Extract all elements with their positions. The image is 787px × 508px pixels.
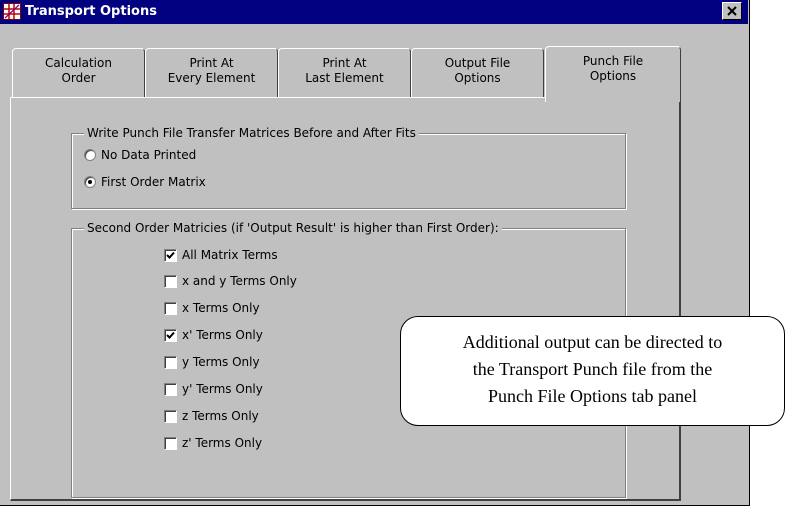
grid-app-icon bbox=[3, 3, 21, 20]
title-bar[interactable]: Transport Options bbox=[0, 0, 748, 24]
tab-label: Print At Every Element bbox=[167, 56, 256, 85]
checkbox-label: y' Terms Only bbox=[182, 382, 263, 396]
checkbox-y-terms-only[interactable]: y Terms Only bbox=[164, 354, 260, 370]
tab-print-at-last-element[interactable]: Print At Last Element bbox=[278, 48, 411, 98]
checkbox[interactable] bbox=[164, 301, 177, 315]
checkmark-icon bbox=[166, 331, 175, 339]
callout-line: Punch File Options tab panel bbox=[488, 386, 697, 406]
tab-label: Punch File Options bbox=[582, 54, 644, 83]
checkbox-label: y Terms Only bbox=[182, 355, 260, 369]
radio-button[interactable] bbox=[84, 176, 96, 188]
radio-selected-dot bbox=[88, 180, 92, 184]
close-icon bbox=[727, 6, 737, 16]
checkbox-label: All Matrix Terms bbox=[182, 248, 278, 262]
checkbox[interactable] bbox=[164, 382, 177, 396]
radio-no-data-printed[interactable]: No Data Printed bbox=[84, 147, 196, 163]
tab-punch-file-options[interactable]: Punch File Options bbox=[545, 46, 681, 102]
checkbox-label: z' Terms Only bbox=[182, 436, 263, 450]
checkbox-z-terms-only[interactable]: z Terms Only bbox=[164, 408, 259, 424]
callout-text: Additional output can be directed to the… bbox=[401, 329, 784, 410]
checkbox-label: x Terms Only bbox=[182, 301, 260, 315]
checkbox-all-matrix-terms[interactable]: All Matrix Terms bbox=[164, 247, 278, 263]
window-title: Transport Options bbox=[25, 4, 157, 19]
checkbox[interactable] bbox=[164, 409, 177, 423]
checkbox-label: x and y Terms Only bbox=[182, 274, 297, 288]
radio-first-order-matrix[interactable]: First Order Matrix bbox=[84, 174, 206, 190]
checkmark-icon bbox=[166, 251, 175, 259]
tab-label: Output File Options bbox=[444, 56, 511, 85]
checkbox-x-terms-only[interactable]: x Terms Only bbox=[164, 300, 260, 316]
close-button[interactable] bbox=[722, 2, 742, 20]
punch-matrices-group: Write Punch File Transfer Matrices Befor… bbox=[71, 126, 626, 209]
group-label: Second Order Matricies (if 'Output Resul… bbox=[84, 221, 502, 235]
checkbox[interactable] bbox=[164, 248, 177, 262]
tab-label: Calculation Order bbox=[45, 56, 112, 85]
radio-button[interactable] bbox=[84, 149, 96, 161]
tab-print-at-every-element[interactable]: Print At Every Element bbox=[145, 48, 278, 98]
tab-output-file-options[interactable]: Output File Options bbox=[411, 48, 544, 98]
radio-label: First Order Matrix bbox=[101, 175, 206, 189]
checkbox-x-prime-terms-only[interactable]: x' Terms Only bbox=[164, 327, 263, 343]
annotation-callout: Additional output can be directed to the… bbox=[400, 316, 785, 426]
checkbox[interactable] bbox=[164, 355, 177, 369]
checkbox-x-and-y-terms-only[interactable]: x and y Terms Only bbox=[164, 273, 297, 289]
callout-line: Additional output can be directed to bbox=[462, 332, 723, 352]
tab-label: Print At Last Element bbox=[305, 56, 384, 85]
tab-calculation-order[interactable]: Calculation Order bbox=[12, 48, 145, 98]
checkbox-y-prime-terms-only[interactable]: y' Terms Only bbox=[164, 381, 263, 397]
punch-file-options-panel: Write Punch File Transfer Matrices Befor… bbox=[10, 97, 681, 501]
transport-options-dialog: Transport Options Calculation Order Prin… bbox=[0, 0, 750, 506]
checkbox[interactable] bbox=[164, 274, 177, 288]
group-label: Write Punch File Transfer Matrices Befor… bbox=[84, 126, 419, 140]
checkbox-label: z Terms Only bbox=[182, 409, 259, 423]
checkbox-label: x' Terms Only bbox=[182, 328, 263, 342]
radio-label: No Data Printed bbox=[101, 148, 197, 162]
tab-strip: Calculation Order Print At Every Element… bbox=[12, 34, 682, 102]
checkbox[interactable] bbox=[164, 328, 177, 342]
checkbox-z-prime-terms-only[interactable]: z' Terms Only bbox=[164, 435, 262, 451]
checkbox[interactable] bbox=[164, 436, 177, 450]
callout-line: the Transport Punch file from the bbox=[472, 359, 713, 379]
